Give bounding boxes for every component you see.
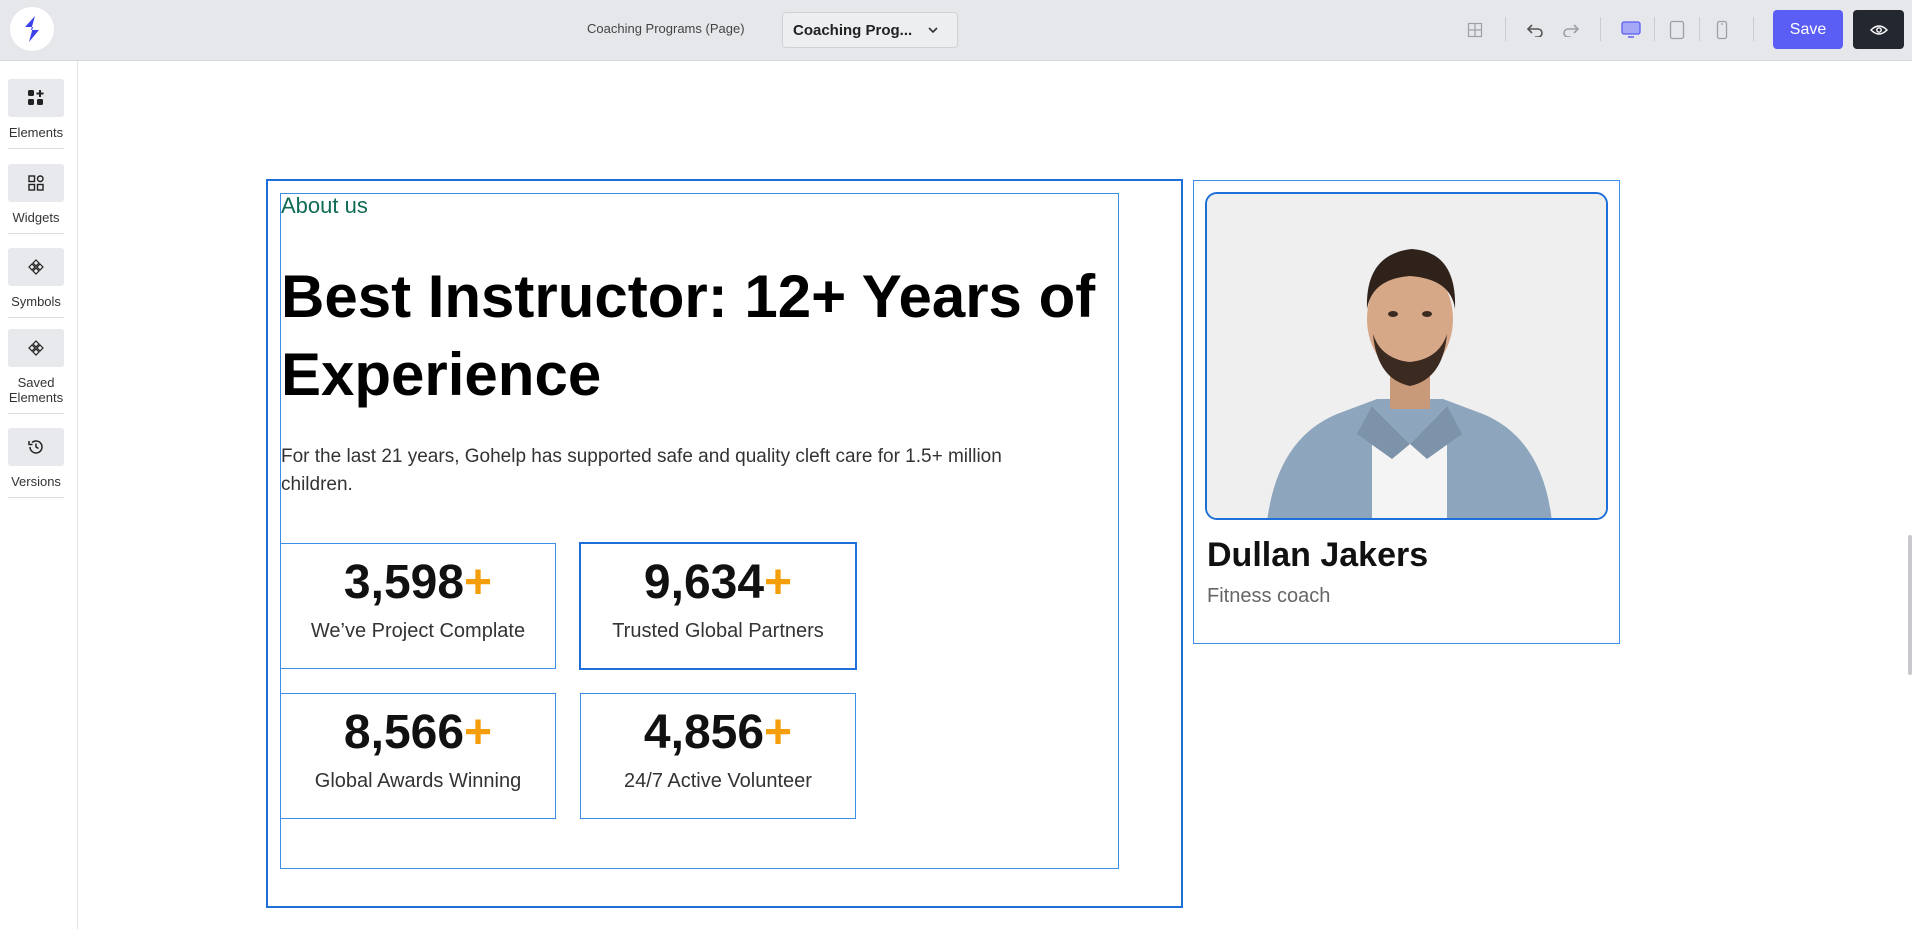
elements-plus-icon <box>8 79 64 117</box>
about-description[interactable]: For the last 21 years, Gohelp has suppor… <box>281 443 1011 499</box>
editor-topbar: Coaching Programs (Page) Coaching Prog..… <box>0 0 1912 61</box>
stat-number-row: 4,856+ <box>581 702 855 764</box>
profile-photo[interactable] <box>1205 192 1608 520</box>
stat-label: We’ve Project Complate <box>310 620 526 642</box>
saved-elements-diamond-icon <box>8 329 64 367</box>
stat-card[interactable]: 8,566+ Global Awards Winning <box>280 693 556 819</box>
sidebar-item-elements[interactable]: Elements <box>8 79 64 149</box>
chevron-down-icon <box>928 27 938 34</box>
sidebar-item-label: Symbols <box>11 294 61 309</box>
stat-label: 24/7 Active Volunteer <box>624 770 812 792</box>
sidebar-item-label: Versions <box>11 474 61 489</box>
sidebar-item-label: Elements <box>8 125 64 140</box>
stat-card[interactable]: 4,856+ 24/7 Active Volunteer <box>580 693 856 819</box>
stat-card[interactable]: 3,598+ We’ve Project Complate <box>280 543 556 669</box>
person-portrait-image <box>1207 194 1606 518</box>
left-sidebar: Elements Widgets Symbols Saved Elements … <box>0 61 78 929</box>
undo-icon[interactable] <box>1523 18 1547 42</box>
stat-number-row: 9,634+ <box>581 552 855 614</box>
sidebar-item-symbols[interactable]: Symbols <box>8 248 64 318</box>
history-clock-icon <box>8 428 64 466</box>
stat-label: Global Awards Winning <box>314 770 522 792</box>
stat-card[interactable]: 9,634+ Trusted Global Partners <box>579 542 857 670</box>
symbols-diamond-icon <box>8 248 64 286</box>
widgets-grid-icon <box>8 164 64 202</box>
profile-role[interactable]: Fitness coach <box>1207 585 1330 608</box>
stat-number: 9,634 <box>643 556 765 609</box>
stat-number-row: 3,598+ <box>281 552 555 614</box>
stat-plus: + <box>464 706 493 759</box>
stat-plus: + <box>764 556 793 609</box>
sidebar-item-widgets[interactable]: Widgets <box>8 164 64 234</box>
preview-button[interactable] <box>1853 10 1904 49</box>
stat-number-row: 8,566+ <box>281 702 555 764</box>
grid-layout-icon[interactable] <box>1463 18 1487 42</box>
redo-icon[interactable] <box>1559 18 1583 42</box>
toolbar-divider <box>1753 17 1754 41</box>
about-headline[interactable]: Best Instructor: 12+ Years of Experience <box>281 258 1121 414</box>
sidebar-item-label: Saved Elements <box>8 375 64 405</box>
page-select-value: Coaching Prog... <box>793 21 913 39</box>
canvas-scrollbar[interactable] <box>1908 535 1912 675</box>
toolbar-divider <box>1505 17 1506 41</box>
app-logo[interactable] <box>10 7 54 51</box>
sidebar-item-label: Widgets <box>12 210 60 225</box>
toolbar-divider <box>1654 17 1655 41</box>
sidebar-item-versions[interactable]: Versions <box>8 428 64 498</box>
stat-plus: + <box>464 556 493 609</box>
save-button[interactable]: Save <box>1773 10 1843 49</box>
toolbar-divider <box>1600 17 1601 41</box>
stat-number: 4,856 <box>643 706 765 759</box>
sidebar-item-saved-elements[interactable]: Saved Elements <box>8 329 64 414</box>
logo-icon <box>25 16 39 42</box>
toolbar-divider <box>1699 17 1700 41</box>
eye-icon <box>1869 24 1888 35</box>
stat-label: Trusted Global Partners <box>612 620 824 642</box>
page-label: Coaching Programs (Page) <box>587 21 745 36</box>
page-select-dropdown[interactable]: Coaching Prog... <box>782 12 958 48</box>
about-subtitle[interactable]: About us <box>281 193 368 219</box>
profile-name[interactable]: Dullan Jakers <box>1207 536 1428 575</box>
tablet-view-icon[interactable] <box>1665 18 1689 42</box>
stat-plus: + <box>764 706 793 759</box>
stat-number: 3,598 <box>343 556 465 609</box>
desktop-view-icon[interactable] <box>1619 18 1643 42</box>
mobile-view-icon[interactable] <box>1710 18 1734 42</box>
stat-number: 8,566 <box>343 706 465 759</box>
